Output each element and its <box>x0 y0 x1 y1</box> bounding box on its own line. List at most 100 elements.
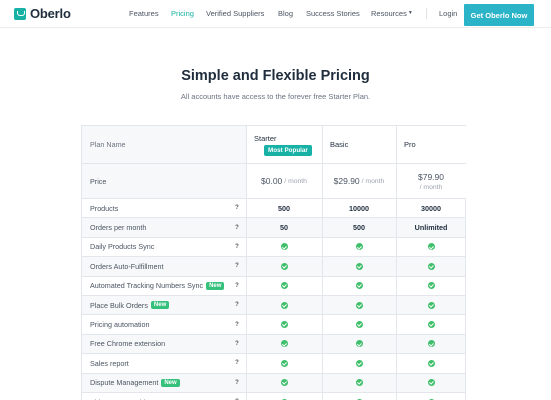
feature-label-text: Orders Auto-Fulfillment <box>90 261 164 271</box>
info-tooltip-icon[interactable]: ? <box>228 296 246 314</box>
oberlo-logo-icon <box>14 7 26 20</box>
plan-feature-cell <box>246 335 322 353</box>
column-divider <box>396 164 397 198</box>
column-divider <box>396 126 397 163</box>
feature-row: Sales report? <box>82 354 466 374</box>
price-unit: / month <box>419 183 443 191</box>
column-divider <box>246 354 247 373</box>
feature-label-text: Dispute Management <box>90 378 159 388</box>
column-divider <box>322 334 323 354</box>
check-icon <box>280 262 288 270</box>
price-basic: $29.90 / month <box>322 164 396 198</box>
plan-feature-cell <box>246 315 322 333</box>
price-unit: / month <box>361 177 385 185</box>
price-label: Price <box>90 176 107 186</box>
plan-starter-header: Starter Most Popular <box>246 126 322 163</box>
oberlo-logo[interactable]: Oberlo <box>14 6 71 21</box>
check-icon <box>427 301 435 309</box>
check-icon <box>355 340 363 348</box>
info-tooltip-icon[interactable]: ? <box>228 335 246 353</box>
nav-features[interactable]: Features <box>129 9 159 18</box>
plan-feature-cell <box>396 354 466 372</box>
column-divider <box>396 218 397 237</box>
feature-label: Free Chrome extension <box>82 335 228 353</box>
feature-label-text: Sales report <box>90 358 129 368</box>
plan-feature-cell <box>322 277 396 295</box>
feature-label-text: Daily Products Sync <box>90 242 155 252</box>
column-divider <box>246 257 247 276</box>
feature-row: Shipments Tracking? <box>82 392 465 400</box>
info-tooltip-icon[interactable]: ? <box>228 354 246 372</box>
info-tooltip-icon[interactable]: ? <box>228 315 246 333</box>
info-tooltip-icon[interactable]: ? <box>228 277 246 295</box>
chevron-down-icon: ▼ <box>407 10 413 16</box>
get-oberlo-now-button[interactable]: Get Oberlo Now <box>464 4 534 26</box>
column-divider <box>322 126 323 163</box>
feature-row: Automated Tracking Numbers Sync New? <box>82 276 465 296</box>
plan-name-label: Plan Name <box>82 126 228 163</box>
plan-feature-cell <box>396 257 466 275</box>
column-divider <box>396 334 397 354</box>
nav-resources[interactable]: Resources▼ <box>371 9 413 18</box>
nav-success-stories[interactable]: Success Stories <box>306 9 360 18</box>
column-divider <box>322 199 323 218</box>
check-icon <box>427 243 435 251</box>
plan-feature-cell <box>322 257 396 275</box>
most-popular-badge: Most Popular <box>264 144 312 156</box>
check-icon <box>280 301 288 309</box>
info-tooltip-icon[interactable]: ? <box>228 199 246 217</box>
info-tooltip-icon[interactable]: ? <box>228 374 246 392</box>
price-pro: $79.90 / month <box>396 164 466 198</box>
column-divider <box>322 315 323 334</box>
check-icon <box>427 321 435 329</box>
new-badge: New <box>161 378 180 387</box>
info-tooltip-icon[interactable]: ? <box>228 257 246 275</box>
check-icon <box>355 243 363 251</box>
check-icon <box>355 321 363 329</box>
info-tooltip-icon[interactable]: ? <box>228 218 246 236</box>
check-icon <box>355 379 363 387</box>
nav-verified-suppliers[interactable]: Verified Suppliers <box>206 9 264 18</box>
plan-feature-cell <box>246 354 322 372</box>
feature-label-text: Products <box>90 203 119 213</box>
column-divider <box>322 276 323 295</box>
login-link[interactable]: Login <box>439 9 457 18</box>
column-divider <box>396 373 397 392</box>
price-basic-value: $29.90 <box>333 176 360 186</box>
info-tooltip-icon[interactable]: ? <box>228 238 246 256</box>
feature-label-text: Automated Tracking Numbers Sync <box>90 281 204 291</box>
feature-row: Orders Auto-Fulfillment? <box>82 257 466 277</box>
plan-starter-name: Starter <box>254 133 277 143</box>
nav-blog[interactable]: Blog <box>278 9 293 18</box>
column-divider <box>246 373 247 392</box>
nav-divider <box>426 8 427 19</box>
nav-pricing[interactable]: Pricing <box>171 9 194 18</box>
column-divider <box>246 276 247 295</box>
pricing-table: Plan Name Starter Most Popular Basic Pro… <box>81 125 466 400</box>
info-tooltip-icon[interactable]: ? <box>228 393 246 400</box>
column-divider <box>246 295 247 315</box>
feature-label: Orders Auto-Fulfillment <box>82 257 228 275</box>
feature-label-text: Place Bulk Orders <box>90 300 148 310</box>
check-icon <box>427 262 435 270</box>
plan-feature-cell <box>246 393 322 400</box>
plan-feature-cell <box>322 296 396 314</box>
check-icon <box>355 262 363 270</box>
column-divider <box>396 276 397 295</box>
plan-feature-cell <box>396 315 466 333</box>
price-starter: $0.00 / month <box>246 164 322 198</box>
plan-feature-cell <box>396 238 466 256</box>
feature-label: Dispute Management New <box>82 374 228 392</box>
page-title: Simple and Flexible Pricing <box>181 68 370 84</box>
plan-feature-cell <box>246 296 322 314</box>
column-divider <box>396 354 397 373</box>
column-divider <box>322 257 323 276</box>
plan-feature-cell <box>396 296 466 314</box>
check-icon <box>355 282 363 290</box>
column-divider <box>246 126 247 163</box>
check-icon <box>355 359 363 367</box>
feature-label: Place Bulk Orders New <box>82 296 228 314</box>
plan-feature-cell <box>246 277 322 295</box>
column-divider <box>322 218 323 237</box>
plan-pro-name: Pro <box>404 140 416 149</box>
